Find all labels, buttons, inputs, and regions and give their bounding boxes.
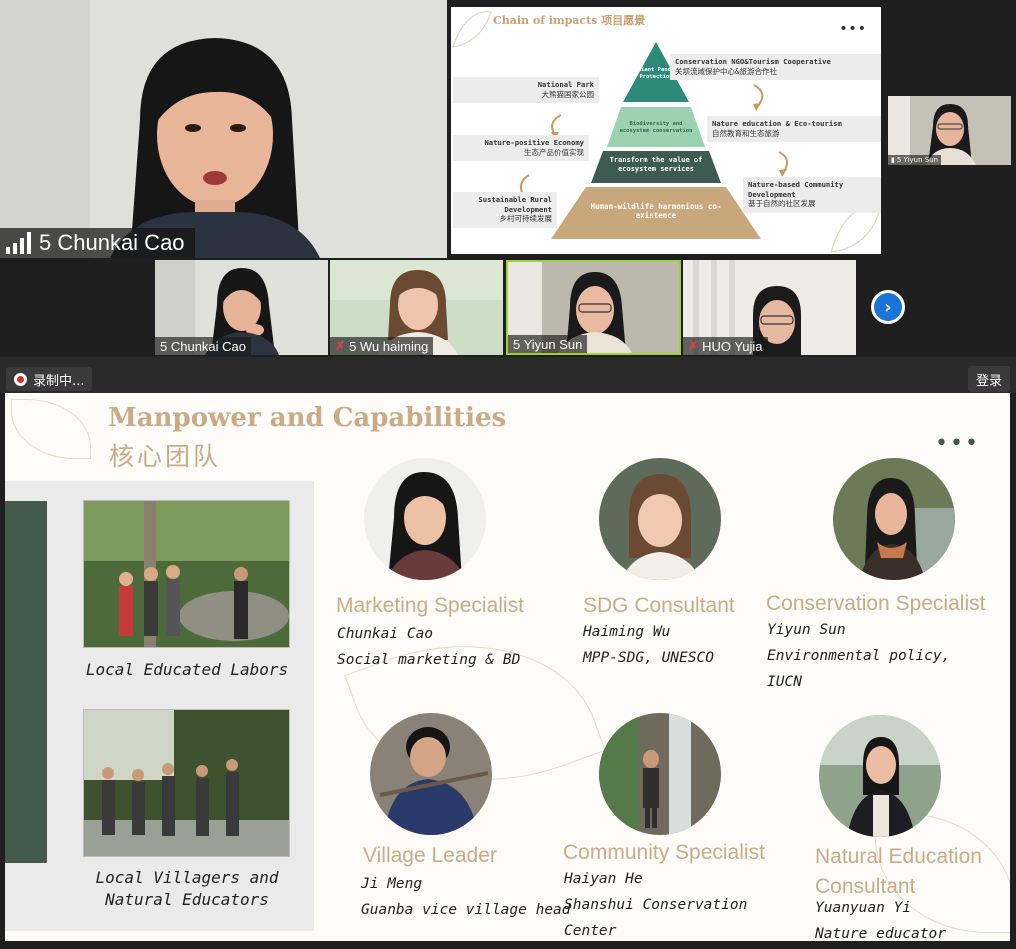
member-info-yiyun-sun: Yiyun Sun Environmental policy, IUCN — [767, 617, 950, 695]
member-name: Ji Meng — [361, 876, 423, 892]
label-national-park: National Park 大熊猫国家公园 — [453, 77, 599, 103]
mic-muted-icon: ✗ — [688, 339, 699, 353]
recording-indicator[interactable]: 录制中... — [6, 367, 93, 391]
record-icon — [14, 372, 27, 386]
role-community-specialist: Community Specialist — [563, 841, 765, 864]
strip-tile-1[interactable]: 5 Chunkai Cao — [155, 260, 328, 355]
member-detail: Shanshui Conservation — [564, 897, 748, 913]
member-info-haiyan-he: Haiyan He Shanshui Conservation Center — [564, 866, 747, 941]
avatar-haiyan-he — [599, 713, 721, 835]
participant-name: 5 Chunkai Cao — [39, 230, 185, 255]
participant-name-label: ▮ 5 Yiyun Sun — [888, 155, 942, 165]
participant-name-label: ✗ 5 Wu haiming — [330, 337, 434, 355]
more-icon: ••• — [935, 431, 980, 456]
more-icon[interactable]: ••• — [839, 21, 867, 37]
participant-name-label: 5 Chunkai Cao — [155, 337, 251, 355]
chevron-right-icon: › — [874, 293, 902, 321]
participant-video — [0, 0, 447, 258]
role-marketing-specialist: Marketing Specialist — [336, 594, 524, 617]
strip-tile-2[interactable]: ✗ 5 Wu haiming — [330, 260, 503, 355]
share-toolbar — [0, 357, 1016, 393]
avatar-haiming-wu — [599, 458, 721, 580]
avatar-yuanyuan-yi — [819, 715, 941, 837]
role-conservation-specialist: Conservation Specialist — [766, 592, 986, 615]
signal-bars-icon — [6, 232, 31, 254]
member-detail: Environmental policy, — [767, 648, 951, 664]
slide-subtitle: 核心团队 — [109, 442, 222, 471]
member-info-chunkai-cao: Chunkai Cao Social marketing & BD — [337, 621, 520, 673]
leaf-decoration — [11, 399, 91, 459]
participant-name-label: 5 Yiyun Sun — [508, 335, 588, 353]
login-button[interactable]: 登录 — [968, 366, 1011, 392]
caption-local-villagers: Local Villagers and Natural Educators — [95, 868, 279, 909]
signal-bars-icon: ▮ — [891, 156, 895, 164]
member-name: Haiyan He — [564, 871, 643, 887]
member-info-haiming-wu: Haiming Wu MPP-SDG, UNESCO — [583, 619, 714, 671]
photo-local-villagers — [83, 709, 290, 857]
caption-local-labors: Local Educated Labors — [85, 660, 289, 679]
shared-slide-chain-of-impacts[interactable]: Chain of impacts 项目愿景 ••• Conservation N… — [451, 7, 881, 254]
small-video-tile[interactable]: ▮ 5 Yiyun Sun — [888, 96, 1011, 165]
role-natural-education-consultant: Natural Education Consultant — [815, 845, 982, 898]
label-community-dev: Nature-based Community Development 基于自然的… — [743, 177, 881, 213]
slide-title: Manpower and Capabilities — [108, 403, 507, 433]
member-detail: Guanba vice village head — [361, 902, 571, 918]
label-rural-dev: Sustainable Rural Development 乡村可持续发展 — [453, 192, 557, 228]
role-village-leader: Village Leader — [363, 844, 497, 867]
label-nature-education: Nature education & Eco-tourism 自然教育和生态旅游 — [707, 116, 881, 142]
member-info-ji-meng: Ji Meng Guanba vice village head — [361, 871, 571, 923]
member-name: Yuanyuan Yi — [815, 900, 912, 916]
mic-muted-icon: ✗ — [335, 339, 346, 353]
member-detail: Nature educator — [815, 926, 946, 941]
pyramid-level-2: Biodiversity and ecosystem conservation — [619, 121, 693, 134]
member-detail: Center — [564, 923, 617, 939]
pyramid-level-4: Human-wildlife harmonious co-existence — [590, 202, 722, 221]
panel-accent-strip — [5, 501, 47, 863]
pyramid-level-3: Transform the value of ecosystem service… — [609, 156, 703, 173]
participant-name-label: 5 Chunkai Cao — [0, 228, 195, 258]
member-info-yuanyuan-yi: Yuanyuan Yi Nature educator — [815, 895, 946, 941]
pyramid-level-1: Giant Panda Protection — [637, 67, 675, 80]
label-nature-economy: Nature-positive Economy 生态产品价值实现 — [453, 135, 589, 161]
share-title: Chain of impacts 项目愿景 — [493, 14, 646, 27]
member-name: Haiming Wu — [583, 624, 671, 640]
participant-name-label: ✗ HUO Yujia — [683, 337, 768, 355]
member-detail: Social marketing & BD — [337, 652, 521, 668]
label-ngo: Conservation NGO&Tourism Cooperative 关坝流… — [670, 54, 881, 80]
member-detail: MPP-SDG, UNESCO — [583, 650, 714, 666]
avatar-chunkai-cao — [364, 458, 486, 580]
next-page-button[interactable]: › — [871, 290, 905, 324]
member-detail: IUCN — [767, 674, 802, 690]
shared-slide-manpower: Manpower and Capabilities 核心团队 ••• Local… — [5, 393, 1010, 941]
main-video-tile[interactable]: 5 Chunkai Cao — [0, 0, 447, 258]
member-name: Chunkai Cao — [337, 626, 434, 642]
strip-tile-3-active-speaker[interactable]: 5 Yiyun Sun — [506, 260, 681, 355]
strip-tile-4[interactable]: ✗ HUO Yujia — [683, 260, 856, 355]
role-sdg-consultant: SDG Consultant — [583, 594, 735, 617]
photo-local-labors — [83, 500, 290, 648]
member-name: Yiyun Sun — [767, 622, 846, 638]
avatar-yiyun-sun — [833, 458, 955, 580]
avatar-ji-meng — [370, 713, 492, 835]
